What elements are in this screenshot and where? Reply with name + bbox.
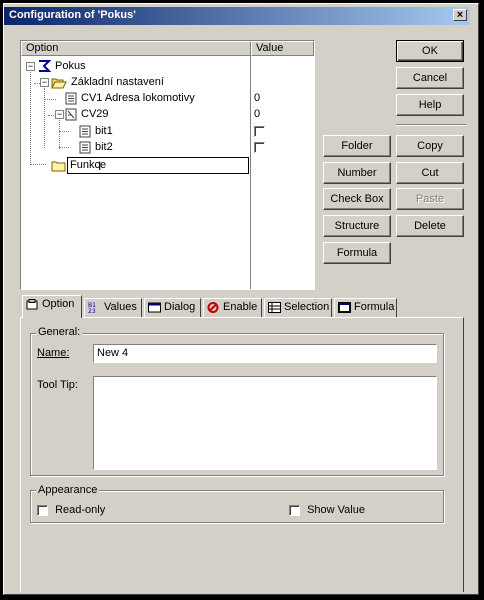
tooltip-textarea[interactable]	[93, 376, 437, 470]
show-value-checkbox[interactable]: Show Value	[289, 504, 365, 516]
show-value-label: Show Value	[307, 504, 365, 516]
tree-label-editor[interactable]: Funkce	[67, 157, 249, 174]
tree-node-cv1[interactable]: CV1 Adresa lokomotivy	[65, 90, 195, 106]
delete-button[interactable]: Delete	[396, 215, 464, 237]
readonly-checkbox[interactable]: Read-only	[37, 504, 105, 516]
tree-node-bit1[interactable]: bit1	[79, 123, 113, 139]
bit1-checkbox[interactable]	[254, 123, 265, 139]
configuration-icon	[39, 60, 51, 73]
formula-tab-icon	[338, 301, 351, 313]
column-separator	[250, 56, 251, 289]
tree-line	[59, 147, 69, 148]
help-button[interactable]: Help	[396, 94, 464, 116]
name-label: Name:	[37, 347, 70, 359]
copy-button[interactable]: Copy	[396, 135, 464, 157]
tab-formula[interactable]: Formula	[334, 298, 397, 317]
tree-line	[30, 164, 46, 165]
tab-label: Values	[104, 301, 137, 313]
text-cursor-icon: I	[98, 159, 102, 173]
folder-button[interactable]: Folder	[323, 135, 391, 157]
tree-line	[44, 99, 56, 100]
tree-node-label: Základní nastavení	[71, 76, 164, 88]
column-header-option[interactable]: Option	[21, 41, 251, 56]
button-separator	[396, 124, 466, 126]
svg-text:23: 23	[88, 308, 96, 313]
formula-button[interactable]: Formula	[323, 242, 391, 264]
tab-enable[interactable]: Enable	[203, 298, 262, 317]
window-title: Configuration of 'Pokus'	[9, 9, 136, 21]
structure-icon	[65, 108, 77, 121]
paste-button[interactable]: Paste	[396, 188, 464, 210]
tree-node-bit2[interactable]: bit2	[79, 139, 113, 155]
tab-values[interactable]: B1 23 Values	[84, 298, 142, 317]
ok-button[interactable]: OK	[396, 40, 464, 62]
readonly-checkbox-box[interactable]	[37, 504, 48, 516]
tab-label: Option	[42, 298, 75, 310]
folder-icon	[51, 161, 66, 172]
column-header-value[interactable]: Value	[251, 41, 314, 56]
tree-node-root[interactable]: Pokus	[37, 58, 86, 74]
cv1-value: 0	[254, 92, 261, 104]
tree-node-label: CV1 Adresa lokomotivy	[81, 92, 195, 104]
appearance-group-label: Appearance	[36, 484, 100, 496]
cancel-button[interactable]: Cancel	[396, 67, 464, 89]
tree-node-label: bit1	[95, 125, 113, 137]
tree-node-label: Pokus	[55, 60, 86, 72]
checkbox-item-icon	[79, 141, 91, 154]
tree-node-folder[interactable]: Základní nastavení	[51, 74, 164, 90]
tree-node-label: CV29	[81, 108, 109, 120]
values-tab-icon: B123	[88, 302, 96, 313]
readonly-label: Read-only	[55, 504, 106, 516]
collapse-toggle[interactable]: −	[40, 78, 49, 87]
tab-label: Dialog	[164, 301, 196, 313]
cut-button[interactable]: Cut	[396, 162, 464, 184]
number-icon	[65, 92, 77, 105]
tree-node-label: bit2	[95, 141, 113, 153]
check-box-button[interactable]: Check Box	[323, 188, 391, 210]
tab-option[interactable]: Option	[22, 295, 82, 318]
tab-label: Formula	[354, 301, 395, 313]
tab-label: Enable	[223, 301, 258, 313]
dialog-tab-icon	[148, 302, 161, 313]
tree-node-cv29[interactable]: CV29	[65, 106, 109, 122]
folder-open-icon	[51, 78, 67, 89]
enable-tab-icon	[207, 301, 219, 313]
tab-label: Selection	[284, 301, 330, 313]
show-value-checkbox-box[interactable]	[289, 504, 300, 516]
bit2-checkbox[interactable]	[254, 139, 265, 155]
tab-dialog[interactable]: Dialog	[144, 298, 201, 317]
cv29-value: 0	[254, 108, 261, 120]
checkbox-item-icon	[79, 125, 91, 138]
tree-line	[59, 131, 69, 132]
option-tab-icon	[26, 298, 38, 310]
structure-button[interactable]: Structure	[323, 215, 391, 237]
tree-line	[44, 88, 45, 148]
general-group-label: General:	[36, 326, 83, 338]
close-button[interactable]: ×	[453, 9, 467, 21]
collapse-toggle[interactable]: −	[26, 62, 35, 71]
number-button[interactable]: Number	[323, 162, 391, 184]
collapse-toggle[interactable]: −	[55, 110, 64, 119]
title-bar[interactable]: Configuration of 'Pokus' ×	[4, 7, 470, 25]
tree-line	[59, 120, 60, 149]
tooltip-label: Tool Tip:	[37, 379, 78, 391]
tree-line	[30, 72, 31, 165]
selection-tab-icon	[268, 301, 281, 313]
tab-selection[interactable]: Selection	[264, 298, 332, 317]
name-input[interactable]: New 4	[93, 344, 437, 363]
